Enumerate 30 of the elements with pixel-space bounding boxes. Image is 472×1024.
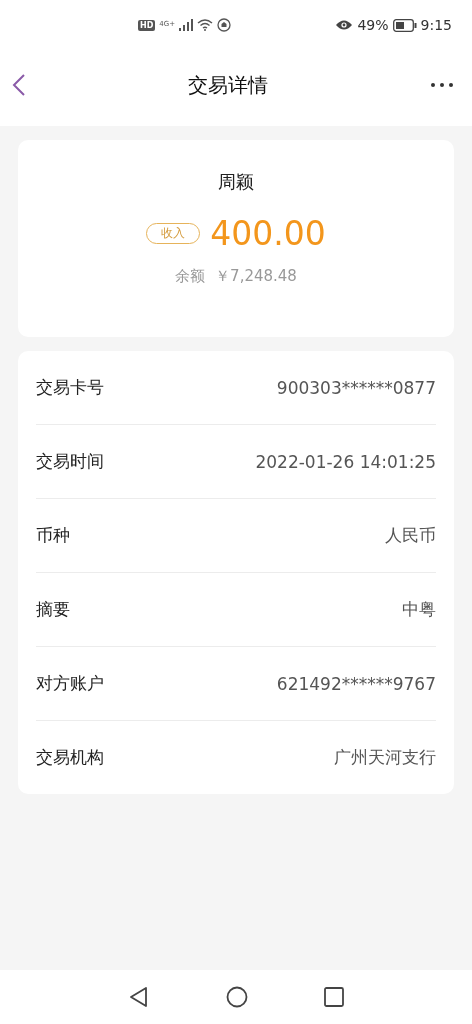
back-nav-icon[interactable] — [128, 986, 150, 1008]
detail-value: 900303******0877 — [276, 377, 436, 398]
hd-badge: HD — [138, 19, 156, 31]
detail-value: 621492******9767 — [276, 673, 436, 694]
detail-value: 中粤 — [402, 598, 436, 621]
detail-label: 对方账户 — [36, 672, 104, 695]
detail-value: 2022-01-26 14:01:25 — [255, 451, 436, 472]
detail-label: 交易卡号 — [36, 376, 104, 399]
battery-icon — [392, 18, 417, 32]
detail-value: 人民币 — [385, 524, 436, 547]
more-icon[interactable] — [430, 82, 454, 88]
recents-nav-icon[interactable] — [324, 987, 344, 1007]
amount: 400.00 — [210, 214, 326, 253]
balance-value: ￥7,248.48 — [215, 267, 297, 286]
payer-name: 周颖 — [218, 170, 254, 194]
signal-icon — [179, 19, 194, 31]
home-nav-icon[interactable] — [226, 986, 248, 1008]
back-icon[interactable] — [12, 73, 26, 97]
page-title: 交易详情 — [188, 71, 268, 99]
clock-time: 9:15 — [420, 17, 452, 33]
detail-label: 交易时间 — [36, 450, 104, 473]
detail-label: 交易机构 — [36, 746, 104, 769]
wifi-icon — [197, 19, 214, 31]
eye-icon — [335, 19, 354, 31]
balance-label: 余额 — [175, 267, 206, 286]
detail-label: 摘要 — [36, 598, 70, 621]
detail-value: 广州天河支行 — [334, 746, 436, 769]
shield-icon — [217, 18, 232, 32]
battery-percent: 49% — [357, 17, 389, 33]
detail-label: 币种 — [36, 524, 70, 547]
